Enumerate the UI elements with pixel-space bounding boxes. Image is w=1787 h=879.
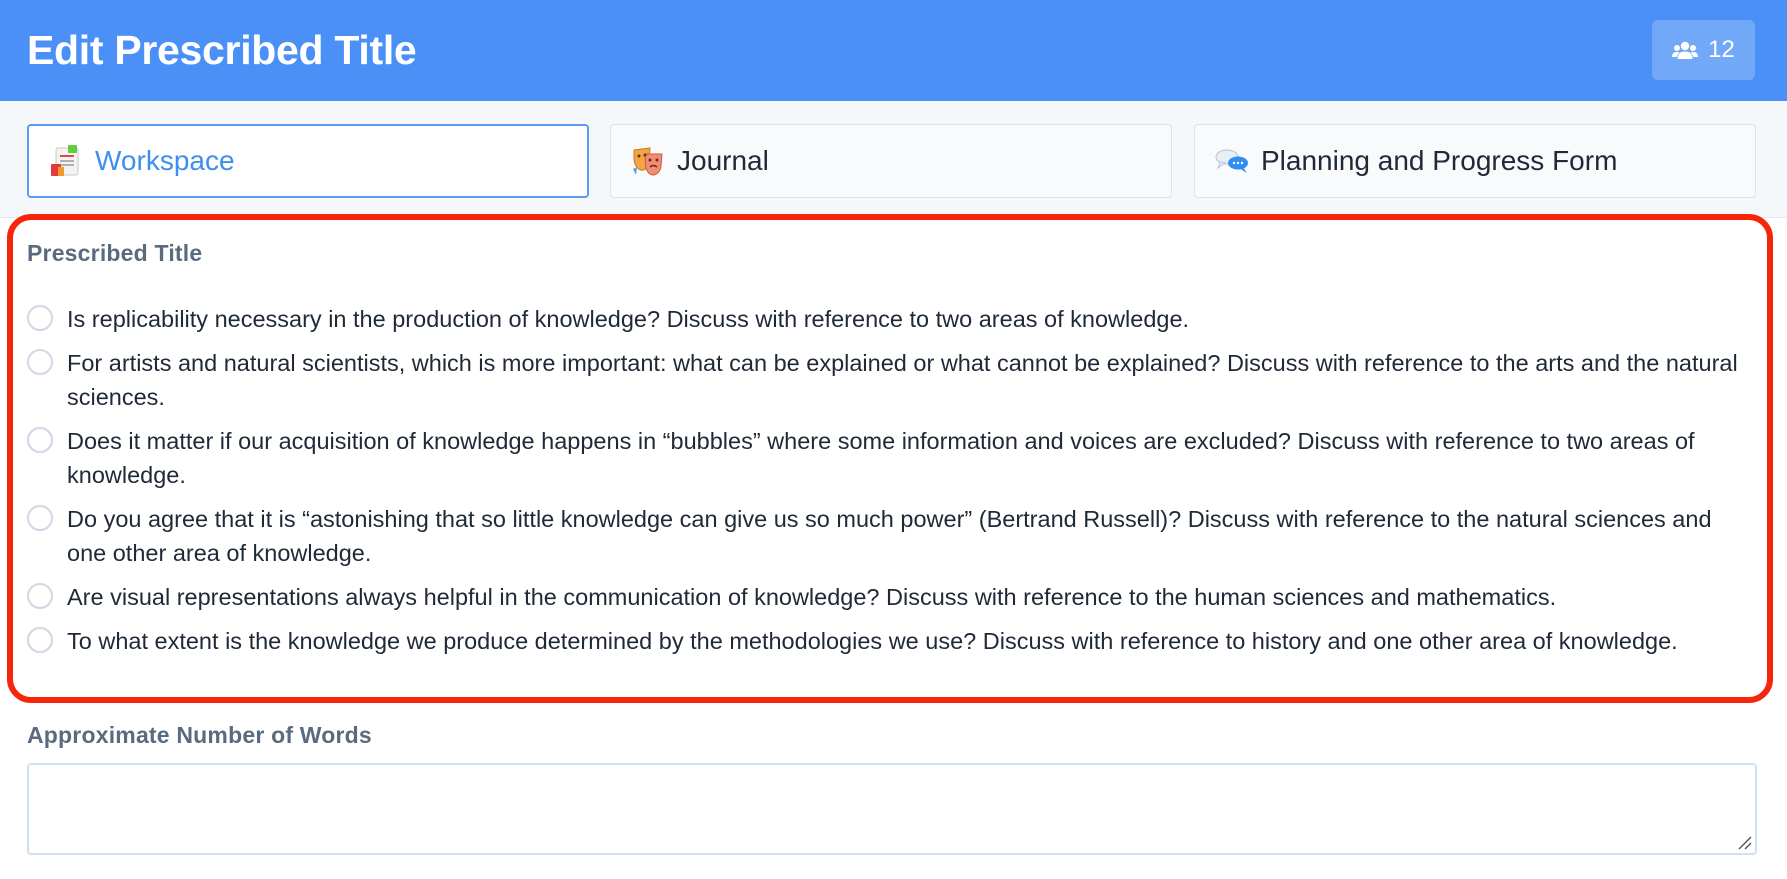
page-title: Edit Prescribed Title (27, 27, 417, 73)
prescribed-title-label: Prescribed Title (27, 240, 203, 266)
prescribed-title-option[interactable]: Do you agree that it is “astonishing tha… (27, 502, 1757, 570)
speech-bubbles-icon (1215, 149, 1248, 173)
option-text: For artists and natural scientists, whic… (67, 350, 1738, 410)
radio-button[interactable] (27, 627, 53, 653)
participants-button[interactable]: 12 (1652, 20, 1755, 80)
tab-label: Journal (677, 145, 769, 176)
tab-planning-and-progress-form[interactable]: Planning and Progress Form (1194, 124, 1756, 198)
edit-prescribed-title-page: Edit Prescribed Title 12 Workspace Journ… (0, 0, 1787, 879)
tab-label: Workspace (95, 145, 235, 176)
notepad-icon (51, 145, 79, 176)
option-text: Does it matter if our acquisition of kno… (67, 428, 1695, 488)
prescribed-title-option[interactable]: Are visual representations always helpfu… (27, 580, 1757, 614)
participant-count: 12 (1708, 36, 1735, 63)
radio-button[interactable] (27, 505, 53, 531)
radio-button[interactable] (27, 305, 53, 331)
option-text: Are visual representations always helpfu… (67, 584, 1557, 610)
prescribed-title-option[interactable]: To what extent is the knowledge we produ… (27, 624, 1757, 658)
word-count-label: Approximate Number of Words (27, 722, 372, 748)
word-count-field[interactable] (27, 763, 1757, 855)
users-icon (1672, 41, 1699, 59)
prescribed-title-option[interactable]: Does it matter if our acquisition of kno… (27, 424, 1757, 492)
radio-button[interactable] (27, 349, 53, 375)
tab-journal[interactable]: Journal (610, 124, 1172, 198)
prescribed-title-option[interactable]: Is replicability necessary in the produc… (27, 302, 1757, 336)
option-text: Is replicability necessary in the produc… (67, 306, 1190, 332)
theater-masks-icon (633, 147, 663, 176)
tab-label: Planning and Progress Form (1261, 145, 1618, 176)
radio-button[interactable] (27, 427, 53, 453)
prescribed-title-options: Is replicability necessary in the produc… (27, 302, 1757, 668)
option-text: Do you agree that it is “astonishing tha… (67, 506, 1712, 566)
resize-handle-icon[interactable] (1736, 834, 1752, 850)
option-text: To what extent is the knowledge we produ… (67, 628, 1678, 654)
radio-button[interactable] (27, 583, 53, 609)
prescribed-title-option[interactable]: For artists and natural scientists, whic… (27, 346, 1757, 414)
tab-workspace[interactable]: Workspace (27, 124, 589, 198)
header-bar: Edit Prescribed Title 12 (0, 0, 1787, 101)
tab-bar: Workspace Journal Planning and Progress … (0, 101, 1787, 218)
